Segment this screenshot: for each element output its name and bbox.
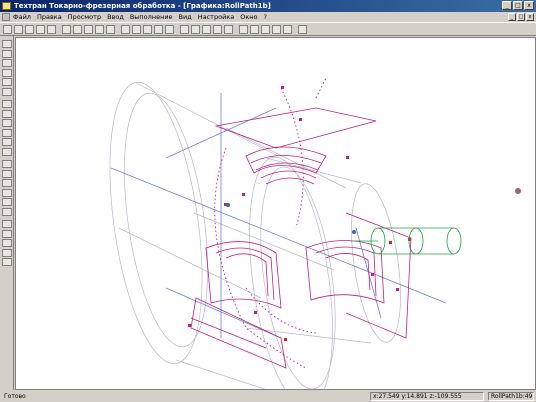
tool-cylinder: [351, 227, 462, 255]
menu-run[interactable]: Выполнение: [130, 12, 173, 22]
menu-file[interactable]: Файл: [13, 12, 31, 22]
left-toolbar: [0, 36, 14, 390]
hide-icon[interactable]: [272, 25, 281, 34]
line-icon[interactable]: [2, 49, 12, 58]
layer-icon[interactable]: [2, 138, 12, 146]
status-bar: Готово x:27.549 y:14.891 z:-109.555 Roll…: [0, 391, 536, 402]
section-icon[interactable]: [2, 169, 12, 178]
redo-icon[interactable]: [2, 258, 12, 266]
toolpath-dotted: [214, 77, 327, 369]
status-ready: Готово: [4, 393, 26, 400]
pan-icon[interactable]: [239, 25, 248, 34]
verify-icon[interactable]: [2, 239, 12, 247]
maximize-button[interactable]: □: [513, 1, 523, 10]
chamfer-icon[interactable]: [2, 109, 12, 118]
machine-icon[interactable]: [2, 207, 12, 216]
view-front-icon[interactable]: [132, 25, 141, 34]
zoom-in-icon[interactable]: [84, 25, 93, 34]
minimize-button[interactable]: _: [502, 1, 512, 10]
doc-restore-button[interactable]: □: [517, 13, 525, 21]
view-iso-icon[interactable]: [165, 25, 174, 34]
tool-path-icon[interactable]: [180, 25, 189, 34]
axis-lines: [110, 93, 447, 339]
zoom-window-icon[interactable]: [106, 25, 115, 34]
doc-minimize-button[interactable]: _: [508, 13, 516, 21]
document-icon[interactable]: [2, 13, 10, 21]
zoom-out-icon[interactable]: [95, 25, 104, 34]
close-button[interactable]: x: [524, 1, 534, 10]
shade-icon[interactable]: [250, 25, 259, 34]
simulate-icon[interactable]: [2, 229, 12, 238]
app-icon[interactable]: [2, 2, 11, 10]
circle-icon[interactable]: [2, 59, 12, 67]
fillet-icon[interactable]: [2, 100, 12, 108]
copy-icon[interactable]: [62, 25, 71, 34]
orientation-marker: [515, 188, 521, 194]
menu-view[interactable]: Просмотр: [68, 12, 101, 22]
delete-icon[interactable]: [2, 128, 12, 137]
menu-bar: Файл Правка Просмотр Ввод Выполнение Вид…: [0, 12, 536, 22]
zoom-all-icon[interactable]: [121, 25, 130, 34]
menu-input[interactable]: Ввод: [107, 12, 124, 22]
surface-icon[interactable]: [2, 179, 12, 187]
snap-icon[interactable]: [298, 25, 307, 34]
cad-drawing[interactable]: [16, 38, 535, 389]
measure-icon[interactable]: [2, 160, 12, 168]
title-bar: Техтран Токарно-фрезерная обработка - [Г…: [0, 0, 536, 12]
graphics-viewport[interactable]: [15, 37, 536, 390]
window-title: Техтран Токарно-фрезерная обработка - [Г…: [14, 2, 271, 10]
menu-window[interactable]: Окно: [240, 12, 257, 22]
menu-display[interactable]: Вид: [179, 12, 192, 22]
solid-icon[interactable]: [2, 188, 12, 197]
contour-icon[interactable]: [2, 68, 12, 77]
rotate-icon[interactable]: [224, 25, 233, 34]
point-icon[interactable]: [213, 25, 222, 34]
status-coordinates: x:27.549 y:14.891 z:-109.555: [370, 392, 484, 401]
toolpath: [190, 107, 412, 369]
attribute-icon[interactable]: [2, 147, 12, 156]
undo-icon[interactable]: [2, 248, 12, 257]
trim-icon[interactable]: [2, 119, 12, 127]
print-icon[interactable]: [36, 25, 45, 34]
view-top-icon[interactable]: [143, 25, 152, 34]
main-toolbar: [0, 22, 536, 36]
menu-edit[interactable]: Правка: [37, 12, 62, 22]
point-icon[interactable]: [2, 40, 12, 48]
paste-icon[interactable]: [73, 25, 82, 34]
line-icon[interactable]: [191, 25, 200, 34]
view-side-icon[interactable]: [154, 25, 163, 34]
menu-settings[interactable]: Настройка: [198, 12, 234, 22]
tool-icon[interactable]: [2, 198, 12, 206]
grid-icon[interactable]: [283, 25, 292, 34]
new-icon[interactable]: [3, 25, 12, 34]
menu-help[interactable]: ?: [263, 12, 266, 22]
save-icon[interactable]: [25, 25, 34, 34]
wire-icon[interactable]: [261, 25, 270, 34]
cycle-icon[interactable]: [2, 220, 12, 228]
doc-close-button[interactable]: x: [526, 13, 534, 21]
rectangle-icon[interactable]: [2, 78, 12, 86]
status-object: RollPath1b:49: [488, 392, 534, 401]
arc-icon[interactable]: [202, 25, 211, 34]
open-icon[interactable]: [14, 25, 23, 34]
offset-icon[interactable]: [2, 87, 12, 96]
cut-icon[interactable]: [47, 25, 56, 34]
